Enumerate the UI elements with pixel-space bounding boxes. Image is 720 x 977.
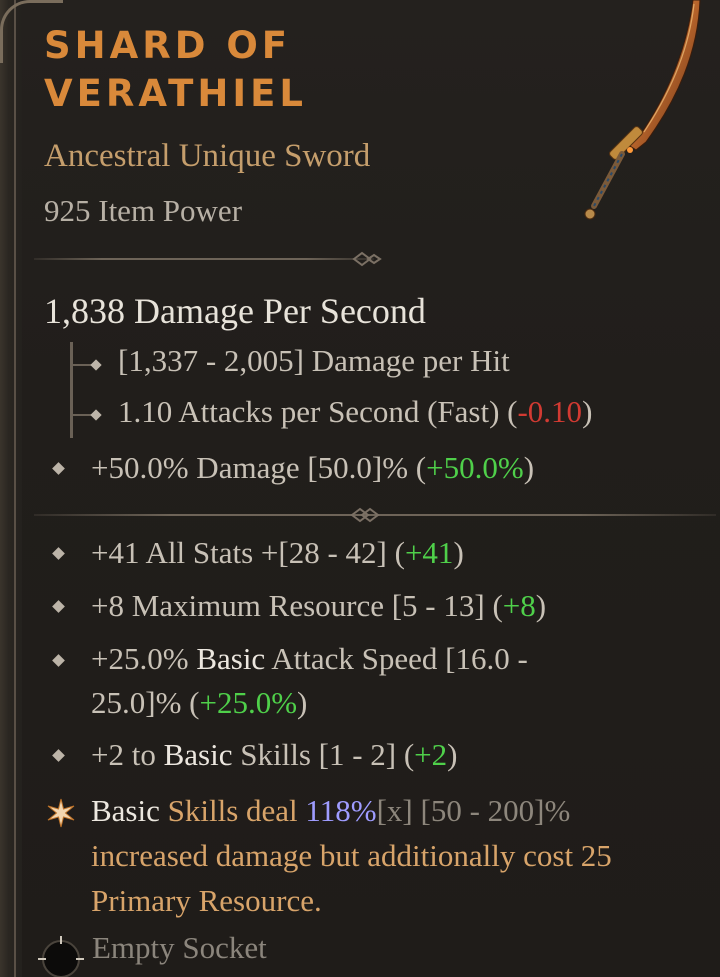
item-power: 925 Item Power bbox=[44, 193, 243, 228]
affix-keyword: Basic bbox=[163, 737, 233, 772]
affix-text: Attack Speed [16.0 - bbox=[265, 641, 528, 676]
unique-power: Basic Skills deal 118%[x] [50 - 200]% in… bbox=[91, 788, 701, 923]
affix-delta: +8 bbox=[502, 588, 536, 623]
diamond-bullet-icon bbox=[52, 600, 65, 613]
item-name-line-1: Shard of bbox=[44, 24, 292, 67]
affix-delta: +2 bbox=[414, 737, 448, 772]
unique-text: Skills deal bbox=[159, 793, 306, 828]
implicit-delta: +50.0% bbox=[426, 450, 524, 485]
affix-text: 25.0]% ( bbox=[91, 685, 200, 720]
affix-all-stats: +41 All Stats +[28 - 42] (+41) bbox=[91, 531, 691, 575]
diamond-bullet-icon bbox=[90, 359, 102, 371]
affix-delta: +41 bbox=[404, 535, 454, 570]
divider-ornament-icon bbox=[352, 251, 382, 267]
section-divider bbox=[34, 251, 382, 267]
affix-text: +2 to bbox=[91, 737, 164, 772]
affix-close: ) bbox=[535, 588, 547, 623]
attack-speed-text: 1.10 Attacks per Second (Fast) ( bbox=[118, 394, 518, 429]
unique-value: 118% bbox=[305, 793, 377, 828]
affix-maximum-resource: +8 Maximum Resource [5 - 13] (+8) bbox=[91, 584, 691, 628]
diamond-bullet-icon bbox=[90, 409, 102, 421]
socket-icon bbox=[38, 936, 84, 977]
tree-branch bbox=[72, 364, 92, 366]
attack-speed-close: ) bbox=[582, 394, 593, 429]
sword-image bbox=[584, 0, 701, 220]
unique-range: [50 - 200]% bbox=[412, 793, 571, 828]
diamond-bullet-icon bbox=[52, 547, 65, 560]
affix-delta: +25.0% bbox=[199, 685, 298, 720]
damage-per-second: 1,838 Damage Per Second bbox=[44, 291, 426, 331]
affix-keyword: Basic bbox=[196, 641, 266, 676]
attack-speed-delta: -0.10 bbox=[517, 394, 583, 429]
affix-close: ) bbox=[297, 685, 308, 720]
implicit-close: ) bbox=[523, 450, 535, 485]
affix-text: +25.0% bbox=[91, 641, 197, 676]
unique-star-icon bbox=[47, 798, 75, 828]
affix-basic-skills: +2 to Basic Skills [1 - 2] (+2) bbox=[91, 733, 691, 777]
item-tooltip: Shard of Verathiel Ancestral Unique Swor… bbox=[0, 0, 720, 977]
tooltip-frame-border bbox=[0, 0, 22, 977]
unique-text: increased damage but additionally cost 2… bbox=[91, 838, 612, 918]
empty-socket: Empty Socket bbox=[92, 930, 267, 965]
diamond-bullet-icon bbox=[52, 749, 65, 762]
implicit-text: +50.0% Damage [50.0]% ( bbox=[91, 450, 427, 485]
affix-close: ) bbox=[453, 535, 464, 570]
stat-tree-line bbox=[70, 342, 73, 438]
affix-text: +8 Maximum Resource [5 - 13] ( bbox=[91, 588, 503, 623]
diamond-bullet-icon bbox=[52, 654, 65, 667]
item-name-line-2: Verathiel bbox=[44, 72, 307, 115]
attack-speed: 1.10 Attacks per Second (Fast) (-0.10) bbox=[118, 394, 592, 430]
multiplier-tag: [x] bbox=[376, 793, 413, 828]
affix-text: Skills [1 - 2] ( bbox=[232, 737, 415, 772]
section-divider bbox=[34, 507, 716, 523]
affix-text: +41 All Stats +[28 - 42] ( bbox=[91, 535, 405, 570]
item-name: Shard of Verathiel bbox=[44, 22, 564, 118]
unique-keyword: Basic bbox=[91, 793, 160, 828]
item-type: Ancestral Unique Sword bbox=[44, 138, 371, 174]
implicit-affix: +50.0% Damage [50.0]% (+50.0%) bbox=[91, 446, 691, 490]
divider-ornament-icon bbox=[350, 507, 380, 523]
tree-branch bbox=[72, 414, 92, 416]
diamond-bullet-icon bbox=[52, 462, 65, 475]
damage-per-hit: [1,337 - 2,005] Damage per Hit bbox=[118, 343, 510, 378]
affix-close: ) bbox=[447, 737, 458, 772]
affix-basic-attack-speed: +25.0% Basic Attack Speed [16.0 - 25.0]%… bbox=[91, 637, 691, 725]
